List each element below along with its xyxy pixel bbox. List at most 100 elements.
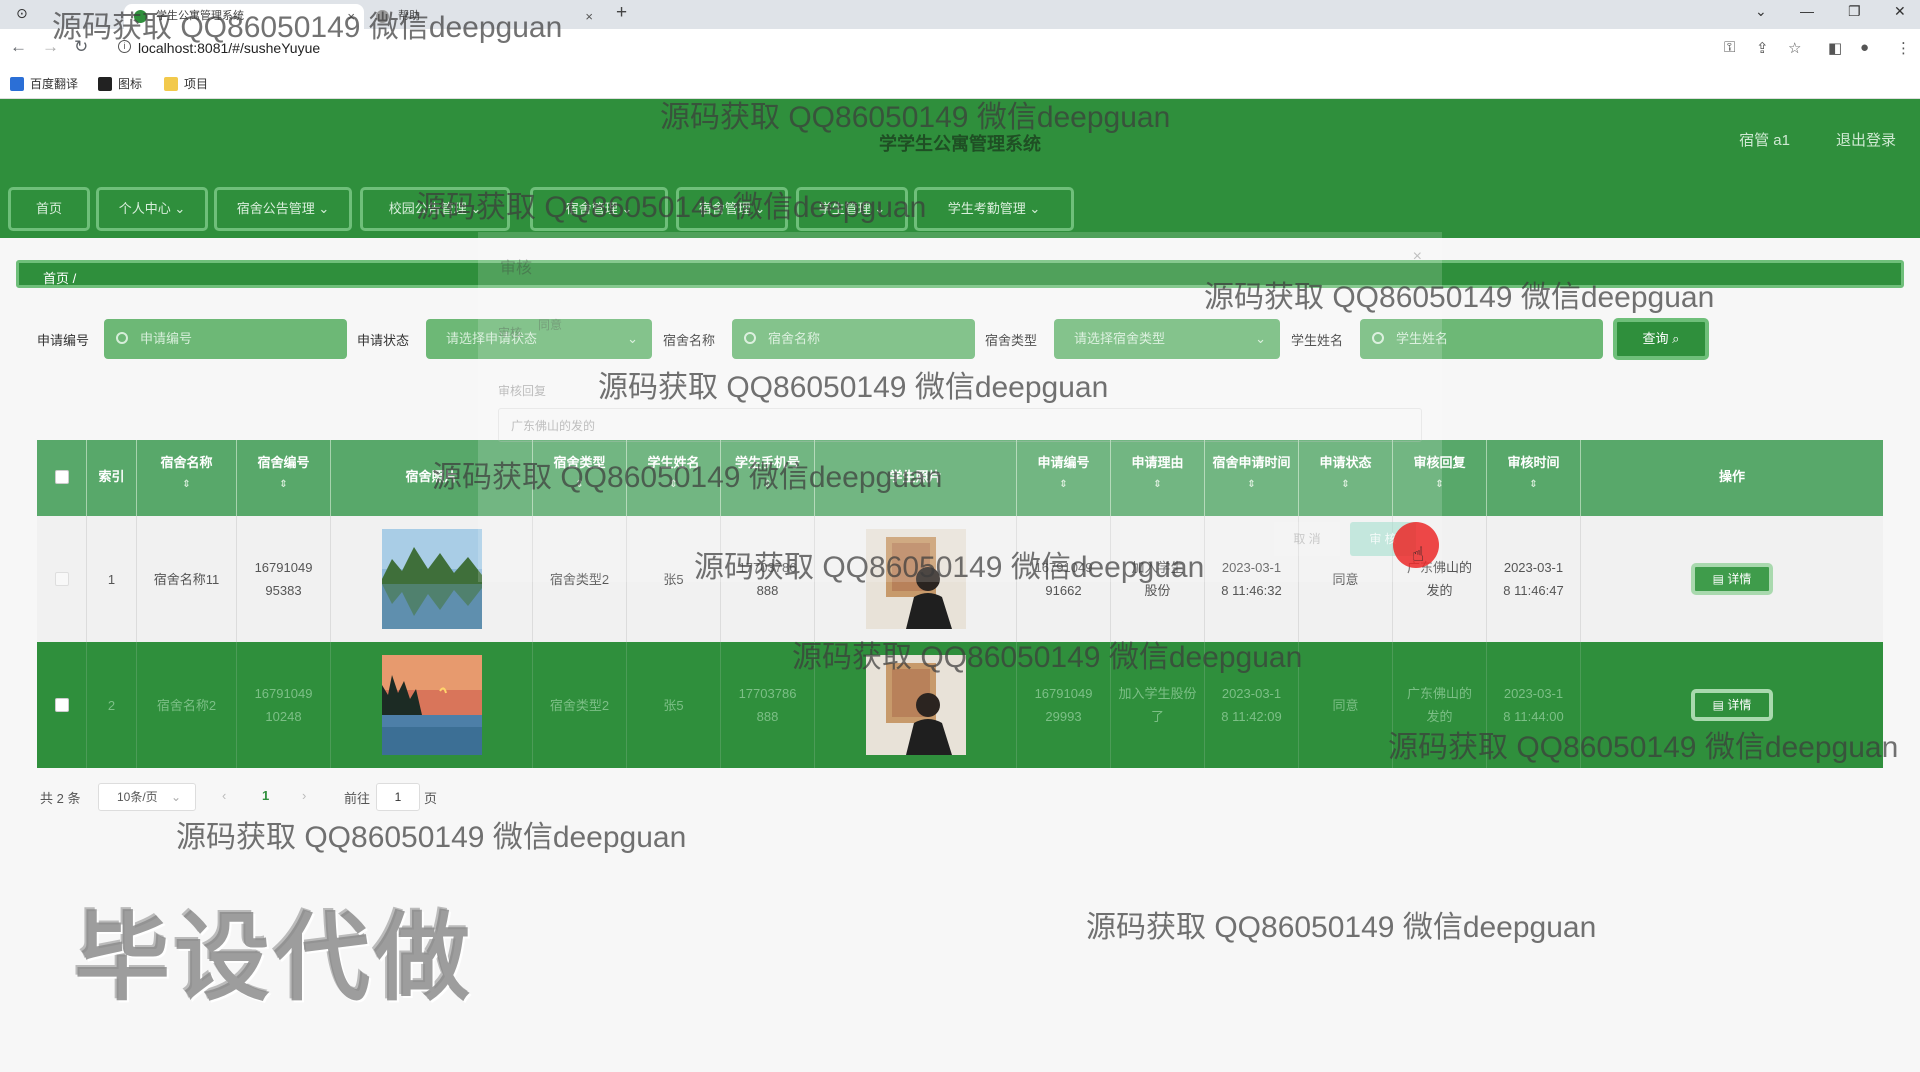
detail-button[interactable]: ▤ 详情 [1691,689,1773,721]
dialog-status-label: 审核 [498,326,523,340]
pagination-total: 共 2 条 [40,791,81,806]
site-info-icon[interactable]: i [118,40,131,53]
dialog-reply-textarea[interactable]: 广东佛山的发的 [498,408,1422,442]
bookmark-star-icon[interactable]: ☆ [1788,39,1801,57]
select-all-checkbox[interactable] [54,470,69,484]
tab-favicon-icon [376,10,389,23]
dorm-photo-lake[interactable] [381,529,482,629]
url-field[interactable]: i localhost:8081/#/susheYuyue [108,35,1708,61]
side-panel-icon[interactable]: ◧ [1828,39,1842,57]
search-label-apply-no: 申请编号 [37,333,90,348]
menu-dorm-manage-2[interactable]: 宿舍管理 ⌄ [676,187,788,231]
logout-link[interactable]: 退出登录 [1836,129,1896,150]
cell-student-photo [815,642,1017,768]
tab-close-icon[interactable]: × [585,4,593,29]
cell-status: 同意 [1299,642,1393,768]
row-select-cell [37,516,87,642]
document-icon: ▤ [1712,572,1728,586]
more-menu-icon[interactable]: ⋮ [1896,39,1911,57]
dorm-photo-sunset[interactable] [381,655,482,755]
browser-tab-active[interactable]: 学生公寓管理系统 × [124,4,364,29]
detail-button[interactable]: ▤ 详情 [1691,563,1773,595]
bookmark-label: 百度翻译 [30,77,79,91]
th-index[interactable]: 索引 [87,440,137,516]
next-page-icon[interactable]: › [302,788,306,803]
minimize-icon[interactable]: — [1800,3,1814,19]
hand-cursor-icon: ☝ [1412,544,1425,566]
menu-attendance[interactable]: 学生考勤管理 ⌄ [914,187,1074,231]
cell-student-phone: 17703786 888 [721,642,815,768]
menu-campus-notice[interactable]: 校园公告管理 ⌄ [360,187,510,231]
menu-dorm-manage[interactable]: 宿舍管理 ⌄ [530,187,668,231]
cell-actions: ▤ 详情 [1581,516,1883,642]
bookmarks-bar: 百度翻译 图标 项目 [0,67,1920,99]
row-checkbox[interactable] [54,698,69,712]
bookmark-item[interactable]: 百度翻译 [10,75,78,92]
search-icon [116,332,128,344]
browser-tab[interactable]: 帮助 × [366,4,602,29]
tab-title: 帮助 [398,10,420,22]
document-icon: ▤ [1712,698,1728,712]
cell-index: 1 [87,516,137,642]
menu-home[interactable]: 首页 [8,187,90,231]
tab-favicon-icon [134,10,147,23]
tab-close-icon[interactable]: × [347,4,355,29]
browser-menu-icon[interactable]: ⊙ [16,5,28,22]
folder-icon [164,77,178,91]
th-review-time[interactable]: 审核时间 ⇕ [1487,440,1581,516]
close-icon[interactable]: × [1413,248,1422,266]
bookmark-label: 图标 [118,77,143,91]
th-dorm-number[interactable]: 宿舍编号 ⇕ [237,440,331,516]
top-menu: 首页 个人中心 ⌄ 宿舍公告管理 ⌄ 校园公告管理 ⌄ 宿舍管理 ⌄ 宿舍管理 … [0,179,1920,238]
cell-apply-time: 2023-03-1 8 11:42:09 [1205,642,1299,768]
sort-icon: ⇕ [182,479,191,490]
screen: ⊙ 学生公寓管理系统 × 帮助 × + ⌄ — ❐ ✕ ← → ↻ i loca… [0,0,1920,1072]
page-size-select[interactable]: 10条/页 ⌄ [98,783,196,811]
cell-dorm-name: 宿舍名称2 [137,642,237,768]
dialog-status-select[interactable]: 同意 [538,316,708,342]
query-button[interactable]: 查询 ⌕ [1613,318,1709,360]
row-checkbox[interactable] [54,572,69,586]
menu-profile[interactable]: 个人中心 ⌄ [96,187,208,231]
profile-icon[interactable]: ● [1860,39,1869,56]
review-dialog: 审核 × 审核 同意 审核回复 广东佛山的发的 取 消 审 核 [478,232,1442,582]
th-actions: 操作 [1718,469,1745,484]
bookmark-item[interactable]: 图标 [98,75,142,92]
key-icon[interactable]: ⚿ [1724,39,1735,56]
cell-reply: 广东佛山的 发的 [1393,642,1487,768]
app-header: 学学生公寓管理系统 宿管 a1 退出登录 [0,99,1920,179]
dialog-title: 审核 [500,260,533,277]
cell-review-time: 2023-03-1 8 11:44:00 [1487,642,1581,768]
apply-no-input[interactable]: 申请编号 [104,319,347,359]
search-label-status: 申请状态 [357,333,410,348]
current-user: 宿管 a1 [1739,132,1790,149]
menu-student[interactable]: 学生管理 ⌄ [796,187,908,231]
th-dorm-name[interactable]: 宿舍名称 ⇕ [137,440,237,516]
goto-page-input[interactable]: 1 [376,783,420,811]
restore-icon[interactable]: ❐ [1848,3,1861,20]
browser-address-bar: ← → ↻ i localhost:8081/#/susheYuyue ⚿ ⇪ … [0,29,1920,67]
watermark-big-text: 毕设代做 [74,905,474,1012]
cell-student-name: 张5 [627,642,721,768]
menu-dorm-notice[interactable]: 宿舍公告管理 ⌄ [214,187,352,231]
browser-tab-bar: ⊙ 学生公寓管理系统 × 帮助 × + ⌄ — ❐ ✕ [0,0,1920,29]
back-icon[interactable]: ← [10,37,27,57]
student-photo[interactable] [865,655,966,755]
cell-index: 2 [87,642,137,768]
bookmark-item[interactable]: 项目 [164,75,208,92]
new-tab-icon[interactable]: + [616,2,627,24]
reload-icon[interactable]: ↻ [74,37,88,57]
select-all-cell [37,440,87,516]
chevron-down-icon: ⌄ [171,790,182,804]
forward-icon[interactable]: → [42,37,59,57]
page-number-current[interactable]: 1 [262,788,269,803]
cell-dorm-type: 宿舍类型2 [533,642,627,768]
url-text: localhost:8081/#/susheYuyue [138,40,321,56]
dialog-cancel-button[interactable]: 取 消 [1274,522,1340,556]
prev-page-icon[interactable]: ‹ [222,788,226,803]
close-window-icon[interactable]: ✕ [1894,3,1906,20]
tab-search-chevron-icon[interactable]: ⌄ [1755,3,1767,20]
breadcrumb-home[interactable]: 首页 / [43,268,76,287]
bookmark-label: 项目 [184,77,209,91]
share-icon[interactable]: ⇪ [1756,39,1769,57]
